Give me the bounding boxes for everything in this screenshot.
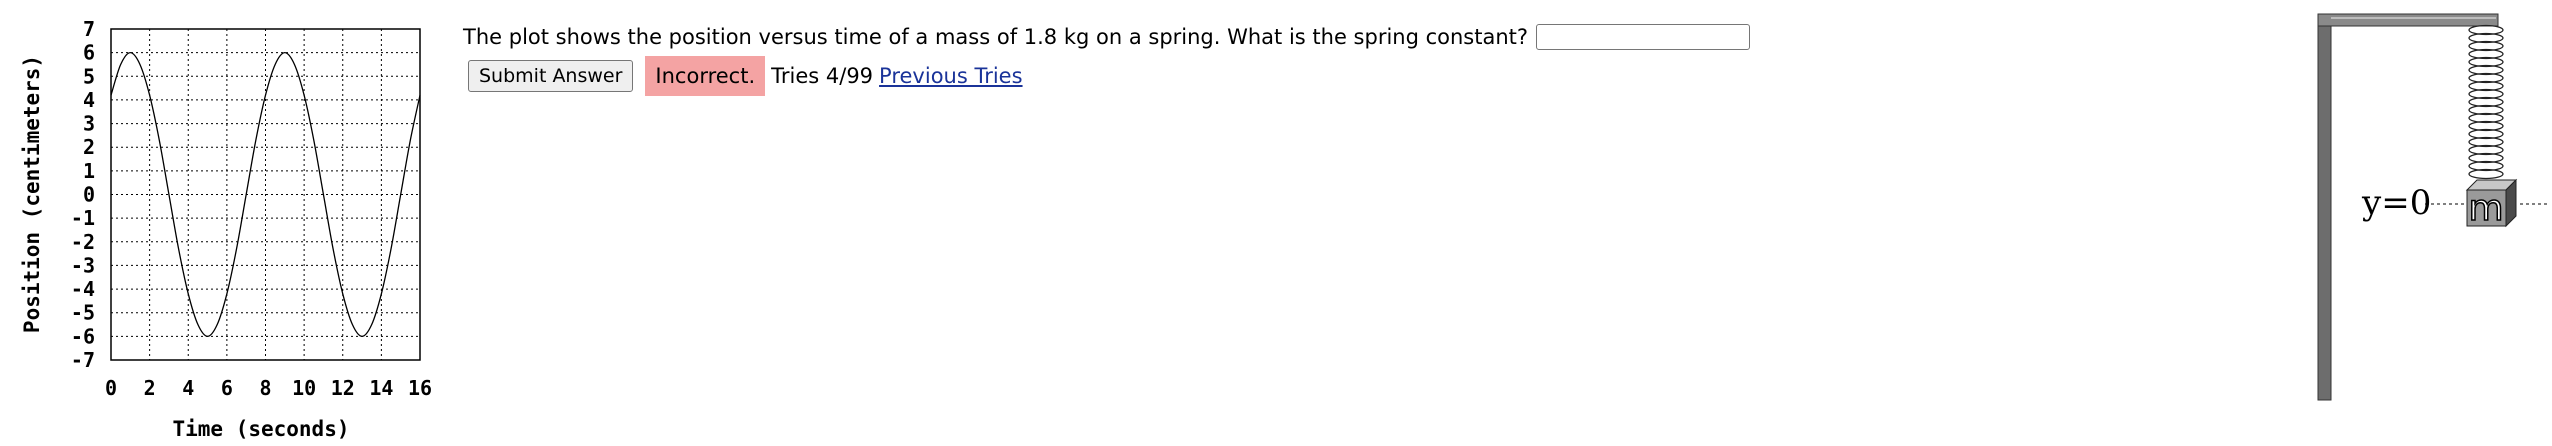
x-tick-label: 12	[331, 376, 355, 400]
mass-label: m	[2468, 188, 2503, 229]
x-tick-label: 14	[369, 376, 393, 400]
y-tick-label: 0	[83, 183, 95, 207]
x-tick-label: 10	[292, 376, 316, 400]
position-time-chart: 76543210-1-2-3-4-5-6-7 0 2 4 6 8 10 12 14 16 Tim…	[20, 17, 432, 441]
status-badge: Incorrect.	[645, 56, 766, 96]
support-beam	[2317, 13, 2499, 27]
x-tick-label: 8	[259, 376, 271, 400]
y-tick-label: -4	[71, 277, 95, 301]
spring-coil	[2468, 24, 2504, 180]
answer-input[interactable]	[1536, 24, 1751, 50]
y-tick-labels: 76543210-1-2-3-4-5-6-7	[71, 17, 95, 372]
x-tick-label: 4	[182, 376, 194, 400]
chart-grid	[110, 28, 421, 361]
x-tick-label: 6	[221, 376, 233, 400]
submit-answer-button[interactable]: Submit Answer	[468, 60, 634, 92]
tries-counter: Tries 4/99	[771, 64, 874, 88]
x-tick-labels: 0 2 4 6 8 10 12 14 16	[105, 376, 432, 400]
y-tick-label: -3	[71, 253, 95, 277]
y-tick-label: -7	[71, 348, 95, 372]
y-tick-label: -5	[71, 301, 95, 325]
y-tick-label: -1	[71, 206, 95, 230]
y-tick-label: 4	[83, 88, 95, 112]
y-tick-label: 3	[83, 112, 95, 136]
y-tick-label: 7	[83, 17, 95, 41]
x-tick-label: 2	[144, 376, 156, 400]
previous-tries-link[interactable]: Previous Tries	[879, 64, 1023, 88]
equilibrium-label: y=0	[2361, 183, 2431, 223]
y-tick-label: 5	[83, 64, 95, 88]
question-text: The plot shows the position versus time …	[463, 25, 1529, 49]
y-tick-label: 1	[83, 159, 95, 183]
y-tick-label: 6	[83, 41, 95, 65]
y-tick-label: -2	[71, 230, 95, 254]
y-tick-label: 2	[83, 135, 95, 159]
spring-mass-diagram: y=0 m	[2317, 13, 2548, 401]
mass-block: m	[2465, 178, 2518, 230]
support-post	[2317, 13, 2332, 401]
y-tick-label: -6	[71, 324, 95, 348]
x-tick-label: 0	[105, 376, 117, 400]
x-tick-label: 16	[408, 376, 432, 400]
x-axis-label: Time (seconds)	[172, 417, 349, 441]
y-axis-label: Position (centimeters)	[20, 55, 44, 333]
